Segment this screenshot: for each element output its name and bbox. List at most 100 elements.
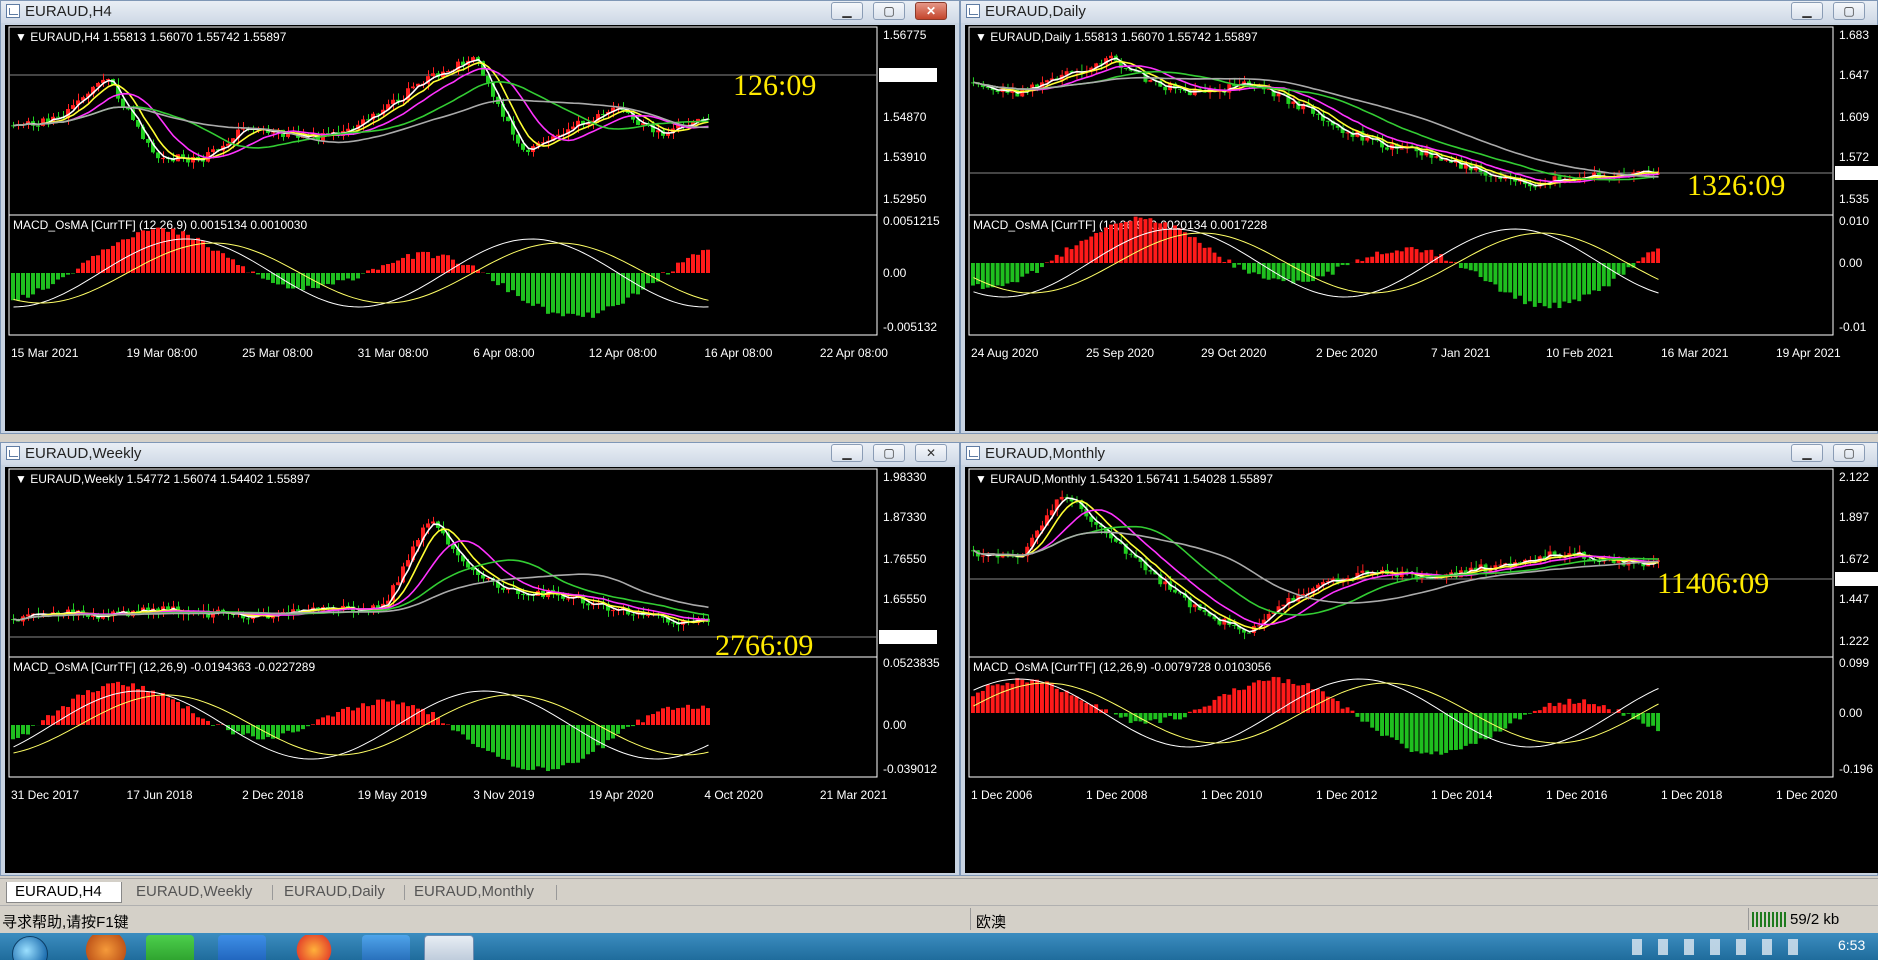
macd-histogram-bar	[1429, 713, 1434, 755]
macd-histogram-bar	[541, 273, 545, 307]
candle-body	[1148, 80, 1153, 82]
macd-histogram-bar	[196, 717, 200, 725]
macd-histogram-bar	[501, 273, 505, 284]
macd-histogram-bar	[666, 706, 670, 725]
macd-histogram-bar	[71, 273, 75, 274]
macd-histogram-bar	[1286, 263, 1291, 280]
tab-euraud-daily[interactable]: EURAUD,Daily	[276, 882, 406, 903]
time-tick-label: 22 Apr 08:00	[820, 346, 888, 360]
tab-euraud-monthly[interactable]: EURAUD,Monthly	[406, 882, 556, 903]
macd-histogram-bar	[546, 725, 550, 772]
status-help-text: 寻求帮助,请按F1键	[2, 914, 129, 931]
macd-histogram-bar	[421, 708, 425, 725]
tray-icons[interactable]	[1632, 939, 1802, 955]
macd-histogram-bar	[306, 273, 310, 286]
macd-histogram-bar	[975, 263, 980, 285]
macd-histogram-bar	[1227, 694, 1232, 713]
minimize-button[interactable]: ▁	[831, 2, 863, 20]
symbol-info: ▼ EURAUD,Weekly 1.54772 1.56074 1.54402 …	[15, 472, 311, 486]
close-button[interactable]: ✕	[915, 444, 947, 462]
macd-histogram-bar	[1030, 263, 1035, 271]
macd-histogram-bar	[111, 245, 115, 273]
macd-histogram-bar	[306, 725, 310, 727]
macd-histogram-bar	[416, 708, 420, 725]
macd-histogram-bar	[1089, 236, 1094, 263]
title-bar[interactable]: EURAUD,Monthly ▁ ▢	[961, 443, 1877, 465]
tab-euraud-weekly[interactable]: EURAUD,Weekly	[128, 882, 270, 903]
maximize-button[interactable]: ▢	[873, 444, 905, 462]
minimize-button[interactable]: ▁	[1791, 2, 1823, 20]
chart-area[interactable]: ▼ EURAUD,H4 1.55813 1.56070 1.55742 1.55…	[5, 25, 955, 431]
macd-histogram-bar	[1000, 685, 1005, 713]
macd-histogram-bar	[181, 231, 185, 273]
title-bar[interactable]: EURAUD,Weekly ▁ ▢ ✕	[1, 443, 959, 465]
chart-area[interactable]: ▼ EURAUD,Daily 1.55813 1.56070 1.55742 1…	[965, 25, 1878, 431]
browser-app-icon[interactable]	[82, 935, 130, 960]
symbol-info: ▼ EURAUD,Daily 1.55813 1.56070 1.55742 1…	[975, 30, 1258, 44]
price-tick-label: 1.56775	[883, 28, 927, 42]
firefox-app-icon[interactable]	[290, 935, 338, 960]
macd-histogram-bar	[1340, 263, 1345, 265]
macd-histogram-bar	[1508, 263, 1513, 293]
network-app-icon[interactable]	[362, 935, 410, 960]
macd-histogram-bar	[436, 255, 440, 273]
macd-histogram-bar	[1000, 263, 1005, 287]
chart-svg: ▼ EURAUD,Monthly 1.54320 1.56741 1.54028…	[968, 468, 1878, 802]
chart-window-h4[interactable]: EURAUD,H4 ▁ ▢ ✕ ▼ EURAUD,H4 1.55813 1.56…	[0, 0, 960, 434]
macd-histogram-bar	[1375, 713, 1380, 731]
metatrader-app-icon[interactable]	[424, 935, 474, 960]
macd-histogram-bar	[286, 725, 290, 731]
maximize-button[interactable]: ▢	[1833, 2, 1865, 20]
macd-histogram-bar	[686, 257, 690, 273]
macd-histogram-bar	[561, 725, 565, 766]
macd-histogram-bar	[1488, 263, 1493, 282]
price-tick-label: 1.55897	[881, 630, 925, 644]
macd-histogram-bar	[1069, 249, 1074, 263]
title-bar[interactable]: EURAUD,Daily ▁ ▢	[961, 1, 1877, 23]
wechat-app-icon[interactable]	[146, 935, 194, 960]
messaging-app-icon[interactable]	[218, 935, 266, 960]
candle-body	[611, 610, 615, 612]
candle-body	[1365, 137, 1370, 141]
macd-histogram-bar	[121, 685, 125, 725]
macd-histogram-bar	[1557, 263, 1562, 309]
macd-histogram-bar	[1572, 263, 1577, 300]
macd-histogram-bar	[321, 273, 325, 285]
macd-histogram-bar	[1508, 713, 1513, 724]
chart-area[interactable]: ▼ EURAUD,Monthly 1.54320 1.56741 1.54028…	[965, 467, 1878, 873]
candle-body	[1256, 625, 1261, 627]
macd-histogram-bar	[591, 273, 595, 318]
chart-window-weekly[interactable]: EURAUD,Weekly ▁ ▢ ✕ ▼ EURAUD,Weekly 1.54…	[0, 442, 960, 876]
macd-histogram-bar	[626, 273, 630, 298]
macd-histogram-bar	[1414, 249, 1419, 263]
macd-histogram-bar	[476, 725, 480, 748]
minimize-button[interactable]: ▁	[1791, 444, 1823, 462]
price-tick-label: 1.672	[1839, 552, 1869, 566]
candle-body	[106, 79, 110, 81]
macd-histogram-bar	[1251, 682, 1256, 713]
candle-body	[1325, 120, 1330, 122]
maximize-button[interactable]: ▢	[873, 2, 905, 20]
macd-histogram-bar	[241, 266, 245, 273]
macd-tick-label: 0.00	[1839, 256, 1863, 270]
tab-euraud-h4[interactable]: EURAUD,H4	[6, 882, 122, 903]
price-tick-label: 1.897	[1839, 510, 1869, 524]
start-button-icon[interactable]	[12, 936, 48, 960]
title-bar[interactable]: EURAUD,H4 ▁ ▢ ✕	[1, 1, 959, 23]
macd-histogram-bar	[1483, 263, 1488, 282]
minimize-button[interactable]: ▁	[831, 444, 863, 462]
close-button[interactable]: ✕	[915, 2, 947, 20]
chart-area[interactable]: ▼ EURAUD,Weekly 1.54772 1.56074 1.54402 …	[5, 467, 955, 873]
macd-histogram-bar	[1572, 703, 1577, 713]
chart-window-monthly[interactable]: EURAUD,Monthly ▁ ▢ ▼ EURAUD,Monthly 1.54…	[960, 442, 1878, 876]
macd-histogram-bar	[1513, 713, 1518, 719]
macd-histogram-bar	[1606, 709, 1611, 713]
chart-window-icon	[966, 446, 980, 460]
chart-window-daily[interactable]: EURAUD,Daily ▁ ▢ ▼ EURAUD,Daily 1.55813 …	[960, 0, 1878, 434]
macd-histogram-bar	[1616, 263, 1621, 275]
macd-histogram-bar	[1596, 706, 1601, 713]
maximize-button[interactable]: ▢	[1833, 444, 1865, 462]
time-tick-label: 1 Dec 2016	[1546, 788, 1608, 802]
time-tick-label: 1 Dec 2014	[1431, 788, 1493, 802]
macd-histogram-bar	[371, 268, 375, 273]
